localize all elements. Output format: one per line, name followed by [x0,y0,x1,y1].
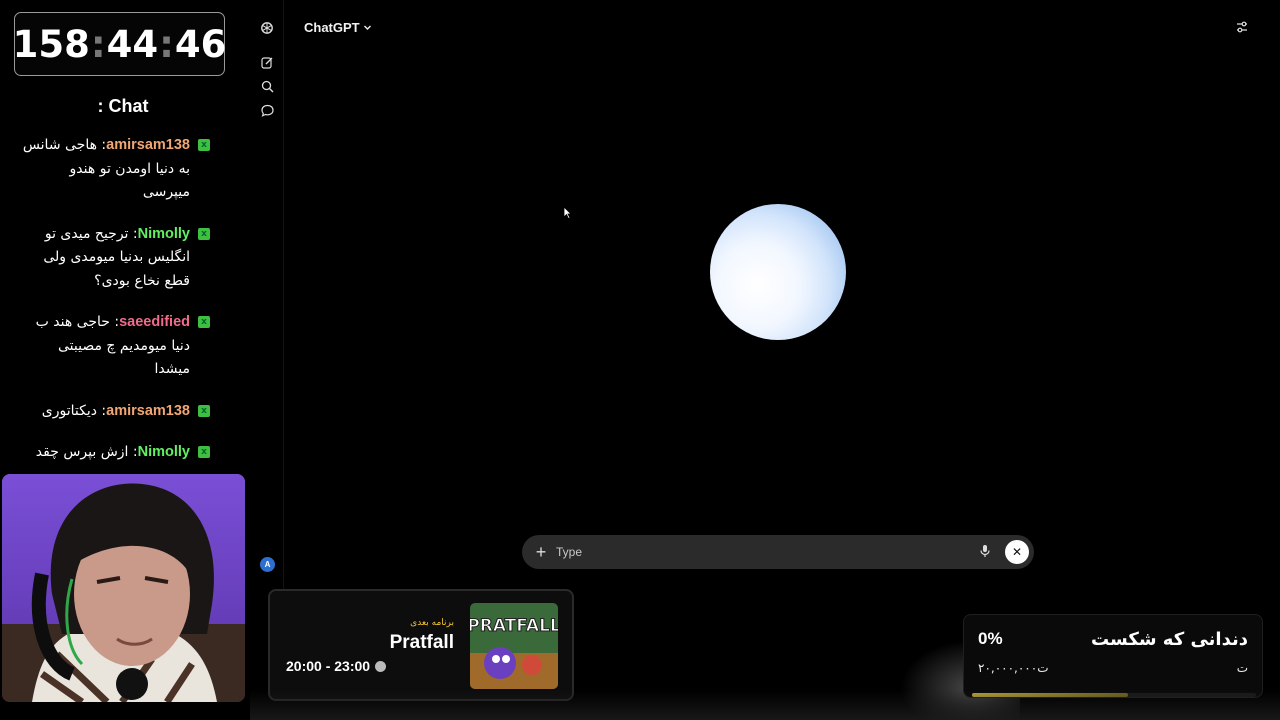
message-composer: + ✕ [522,535,1034,569]
timer-seconds: 46 [174,22,227,66]
timer-separator: : [159,22,174,66]
mod-badge-icon: x [198,316,210,328]
chat-message: x Nimolly: ترجیح میدی تو انگلیس بدنیا میو… [20,223,216,294]
plus-icon[interactable]: + [533,543,549,561]
chat-username[interactable]: Nimolly [138,444,190,460]
settings-sliders-icon[interactable] [1235,20,1251,36]
voice-mode-orb [710,204,846,340]
chatgpt-sidebar-strip: A [250,0,284,590]
goal-percent: 0% [978,629,1003,648]
clock-icon [375,660,387,672]
next-show-time-text: 20:00 - 23:00 [286,658,371,674]
chat-message-list: x amirsam138: هاجی شانس به دنیا اومدن تو … [20,134,216,483]
donation-goal-card: 0% دندانی که شکست ۲۰,۰۰۰,۰۰۰ت ت [963,614,1263,698]
timer-minutes: 44 [106,22,159,66]
mouse-cursor-icon [563,206,572,219]
game-thumbnail: PRATFALL [470,603,558,689]
chat-message: x amirsam138: دیکتاتوری [20,400,216,424]
goal-amount: ۲۰,۰۰۰,۰۰۰ت [978,661,1049,675]
message-input[interactable] [556,543,936,561]
chat-username[interactable]: amirsam138 [106,403,190,419]
openai-logo-icon[interactable] [259,20,275,36]
mod-badge-icon: x [198,227,210,240]
chat-separator: : [96,137,107,153]
chat-username[interactable]: saeedified [119,314,190,330]
chat-text: ازش بپرس چقد [35,444,129,460]
chat-message: x amirsam138: هاجی شانس به دنیا اومدن تو … [20,134,216,205]
chat-separator: : [128,444,138,460]
model-selector[interactable]: ChatGPT [304,20,372,35]
new-chat-icon[interactable] [259,54,275,70]
next-show-time: 20:00 - 23:00 [286,658,387,674]
stream-overlay-panel: 158:44:46 : Chat x amirsam138: هاجی شانس … [0,0,250,720]
next-show-card: برنامه بعدی Pratfall 20:00 - 23:00 PRATF… [268,589,574,701]
chat-username[interactable]: Nimolly [138,226,190,242]
next-show-label: برنامه بعدی [410,618,454,628]
mod-badge-icon: x [198,139,210,151]
webcam-feed [2,474,245,702]
user-avatar[interactable]: A [260,557,275,572]
chat-separator: : [96,402,107,419]
model-label: ChatGPT [304,20,360,35]
goal-title: دندانی که شکست [1091,629,1248,650]
next-show-title: Pratfall [389,632,454,653]
mod-badge-icon: x [198,446,210,458]
chevron-down-icon [363,25,371,30]
chat-username[interactable]: amirsam138 [106,137,190,153]
chat-message: x Nimolly: ازش بپرس چقد [20,441,216,465]
webcam-image [2,474,245,702]
stream-timer: 158:44:46 [12,12,227,76]
timer-separator: : [90,22,106,66]
chat-separator: : [109,314,120,330]
chat-message: x saeedified: حاجی هند ب دنیا میومدیم چ م… [20,311,216,382]
bottom-haze [250,690,1280,720]
goal-currency: ت [1236,661,1248,675]
search-icon[interactable] [259,78,275,94]
chat-bubble-icon[interactable] [259,102,275,118]
chat-title: : Chat [97,96,149,116]
mic-icon[interactable] [979,544,995,560]
game-thumbnail-title: PRATFALL [470,616,558,636]
chat-text: دیکتاتوری [41,402,97,419]
mod-badge-icon: x [198,404,210,417]
timer-hours: 158 [12,22,90,66]
chat-separator: : [128,225,138,242]
close-icon[interactable]: ✕ [1005,540,1029,564]
